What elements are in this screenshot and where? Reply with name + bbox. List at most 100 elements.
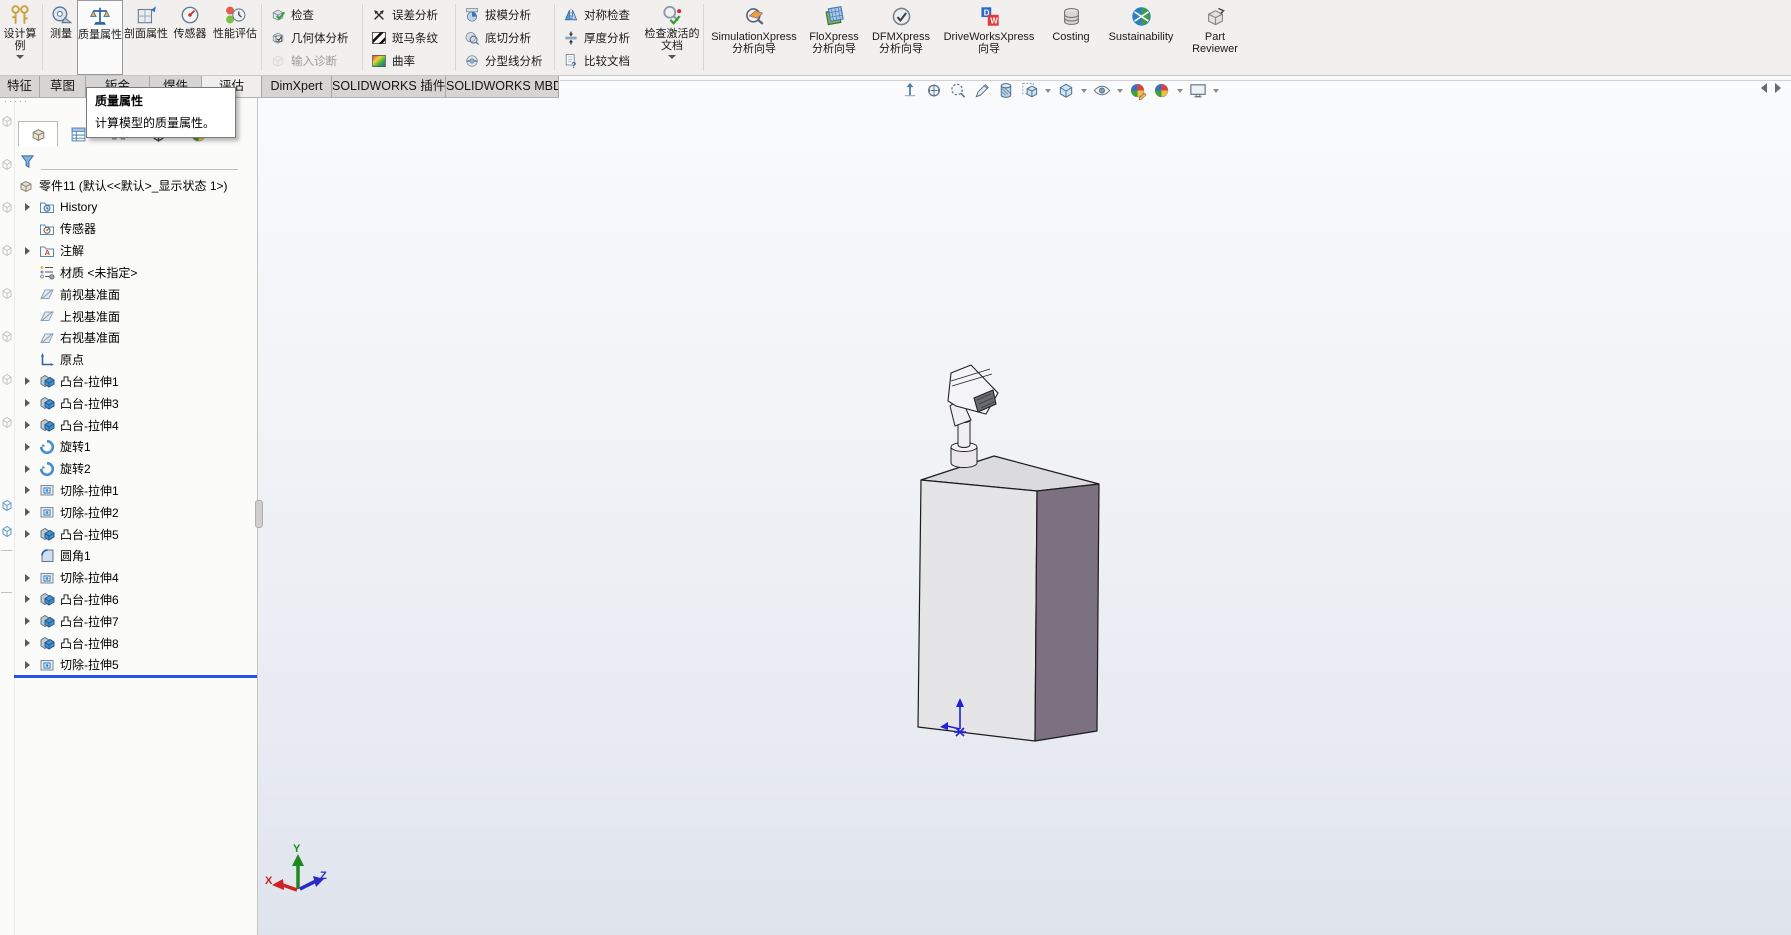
tree-item[interactable]: 圆角1 — [14, 545, 256, 566]
expand-arrow-icon[interactable] — [25, 617, 30, 625]
graphics-viewport[interactable] — [258, 76, 1791, 935]
section-view-button[interactable] — [996, 81, 1016, 100]
geometry-analysis-icon — [270, 30, 286, 46]
up-arrow-button[interactable] — [900, 81, 920, 100]
parting-line-analysis-button[interactable]: 分型线分析 — [464, 49, 548, 72]
expand-arrow-icon[interactable] — [25, 421, 30, 429]
tree-item[interactable]: 凸台-拉伸3 — [14, 393, 256, 414]
dropdown-arrow-icon[interactable] — [1117, 89, 1123, 93]
tree-item[interactable]: 切除-拉伸5 — [14, 654, 256, 675]
tree-item[interactable]: 旋转2 — [14, 458, 256, 479]
tooltip: 质量属性 计算模型的质量属性。 — [86, 87, 236, 138]
dropdown-arrow-icon[interactable] — [1177, 89, 1183, 93]
expand-arrow-icon[interactable] — [25, 574, 30, 582]
check-active-document-button[interactable]: 检查激活的文档 — [643, 0, 701, 75]
tree-item[interactable]: 前视基准面 — [14, 284, 256, 305]
tree-item[interactable]: 凸台-拉伸1 — [14, 371, 256, 392]
mass-properties-button[interactable]: 质量属性 — [77, 0, 123, 75]
tree-item[interactable]: 切除-拉伸1 — [14, 480, 256, 501]
edit-appearance-button[interactable] — [1128, 81, 1148, 100]
sustainability-button[interactable]: Sustainability — [1100, 0, 1182, 75]
rollback-bar[interactable] — [14, 675, 257, 678]
zoom-to-area-button[interactable] — [948, 81, 968, 100]
dropdown-arrow-icon[interactable] — [1045, 89, 1051, 93]
expand-arrow-icon[interactable] — [25, 486, 30, 494]
dfmxpress-button[interactable]: DFMXpress 分析向导 — [866, 0, 936, 75]
dropdown-arrow-icon[interactable] — [1081, 89, 1087, 93]
sensor-button[interactable]: 传感器 — [169, 0, 211, 75]
filter-input[interactable] — [41, 154, 238, 170]
tree-item[interactable]: 材质 <未指定> — [14, 262, 256, 283]
expand-arrow-icon[interactable] — [25, 595, 30, 603]
tree-root-item[interactable]: 零件11 (默认<<默认>_显示状态 1>) — [14, 175, 256, 196]
tree-item[interactable]: 凸台-拉伸6 — [14, 589, 256, 610]
undercut-analysis-button[interactable]: 底切分析 — [464, 26, 548, 49]
symmetry-check-button[interactable]: 对称检查 — [563, 3, 639, 26]
tree-item[interactable]: History — [14, 197, 256, 218]
tree-item[interactable]: 上视基准面 — [14, 306, 256, 327]
tab-7[interactable]: SOLIDWORKS 插件 — [332, 76, 446, 98]
costing-button[interactable]: Costing — [1042, 0, 1100, 75]
expand-arrow-icon[interactable] — [25, 203, 30, 211]
performance-evaluation-button[interactable]: 性能评估 — [211, 0, 259, 75]
evaluate-ribbon-toolbar: 设计算例测量质量属性剖面属性传感器性能评估检查几何体分析输入诊断误差分析斑马条纹… — [0, 0, 1791, 76]
tree-item[interactable]: 凸台-拉伸5 — [14, 524, 256, 545]
expand-arrow-icon[interactable] — [25, 247, 30, 255]
tab-2[interactable]: 草图 — [40, 76, 86, 98]
filter-funnel-icon[interactable] — [20, 154, 35, 170]
tree-item[interactable]: 传感器 — [14, 218, 256, 239]
expand-arrow-icon[interactable] — [25, 639, 30, 647]
simulationxpress-button[interactable]: SimulationXpress 分析向导 — [706, 0, 802, 75]
design-study-button[interactable]: 设计算例 — [0, 0, 40, 75]
floxpress-button[interactable]: FloXpress 分析向导 — [802, 0, 866, 75]
measure-icon — [50, 4, 72, 26]
display-style-button[interactable] — [1056, 81, 1076, 100]
expand-arrow-icon[interactable] — [25, 661, 30, 669]
tree-item[interactable]: 切除-拉伸4 — [14, 567, 256, 588]
expand-arrow-icon[interactable] — [25, 377, 30, 385]
tree-item[interactable]: A注解 — [14, 240, 256, 261]
section-properties-button[interactable]: 剖面属性 — [123, 0, 169, 75]
expand-arrow-icon[interactable] — [25, 399, 30, 407]
tree-item[interactable]: 旋转1 — [14, 436, 256, 457]
part-reviewer-button[interactable]: Part Reviewer — [1182, 0, 1248, 75]
expand-arrow-icon[interactable] — [25, 530, 30, 538]
check-button[interactable]: 检查 — [270, 3, 356, 26]
separator — [261, 4, 262, 71]
boss-extrude-icon — [39, 635, 55, 651]
geometry-analysis-button[interactable]: 几何体分析 — [270, 26, 356, 49]
panel-splitter-grip[interactable] — [255, 500, 263, 528]
deviation-analysis-button[interactable]: 误差分析 — [371, 3, 449, 26]
tree-item[interactable]: 凸台-拉伸7 — [14, 611, 256, 632]
tree-item[interactable]: 右视基准面 — [14, 327, 256, 348]
curvature-button[interactable]: 曲率 — [371, 49, 449, 72]
tree-item[interactable]: 凸台-拉伸8 — [14, 633, 256, 654]
chevron-right-icon[interactable] — [1775, 83, 1781, 93]
zoom-to-fit-button[interactable] — [924, 81, 944, 100]
compare-documents-button[interactable]: ?比较文档 — [563, 49, 639, 72]
zebra-stripes-button[interactable]: 斑马条纹 — [371, 26, 449, 49]
expand-arrow-icon[interactable] — [25, 443, 30, 451]
pencil-button[interactable] — [972, 81, 992, 100]
tree-item[interactable]: 切除-拉伸2 — [14, 502, 256, 523]
tab-8[interactable]: SOLIDWORKS MBD — [446, 76, 559, 98]
tab-1[interactable]: 特征 — [0, 76, 40, 98]
dropdown-arrow-icon[interactable] — [1213, 89, 1219, 93]
chevron-left-icon[interactable] — [1761, 83, 1767, 93]
expand-arrow-icon[interactable] — [25, 508, 30, 516]
view-settings-button[interactable] — [1188, 81, 1208, 100]
driveworksxpress-button[interactable]: DWDriveWorksXpress 向导 — [936, 0, 1042, 75]
tree-item[interactable]: 原点 — [14, 349, 256, 370]
apply-scene-button[interactable] — [1152, 81, 1172, 100]
tab-6[interactable]: DimXpert — [262, 76, 332, 98]
featuremanager-tab[interactable] — [18, 121, 58, 147]
tree-item[interactable]: 凸台-拉伸4 — [14, 415, 256, 436]
hide-show-items-button[interactable] — [1092, 81, 1112, 100]
draft-analysis-button[interactable]: 拔模分析 — [464, 3, 548, 26]
featuremanager-panel: ····· › 零件11 (默认<<默认>_显示状态 1>)History传感器… — [0, 98, 258, 935]
separator — [362, 4, 363, 71]
thickness-analysis-button[interactable]: 厚度分析 — [563, 26, 639, 49]
view-orientation-button[interactable] — [1020, 81, 1040, 100]
measure-button[interactable]: 测量 — [45, 0, 77, 75]
expand-arrow-icon[interactable] — [25, 465, 30, 473]
